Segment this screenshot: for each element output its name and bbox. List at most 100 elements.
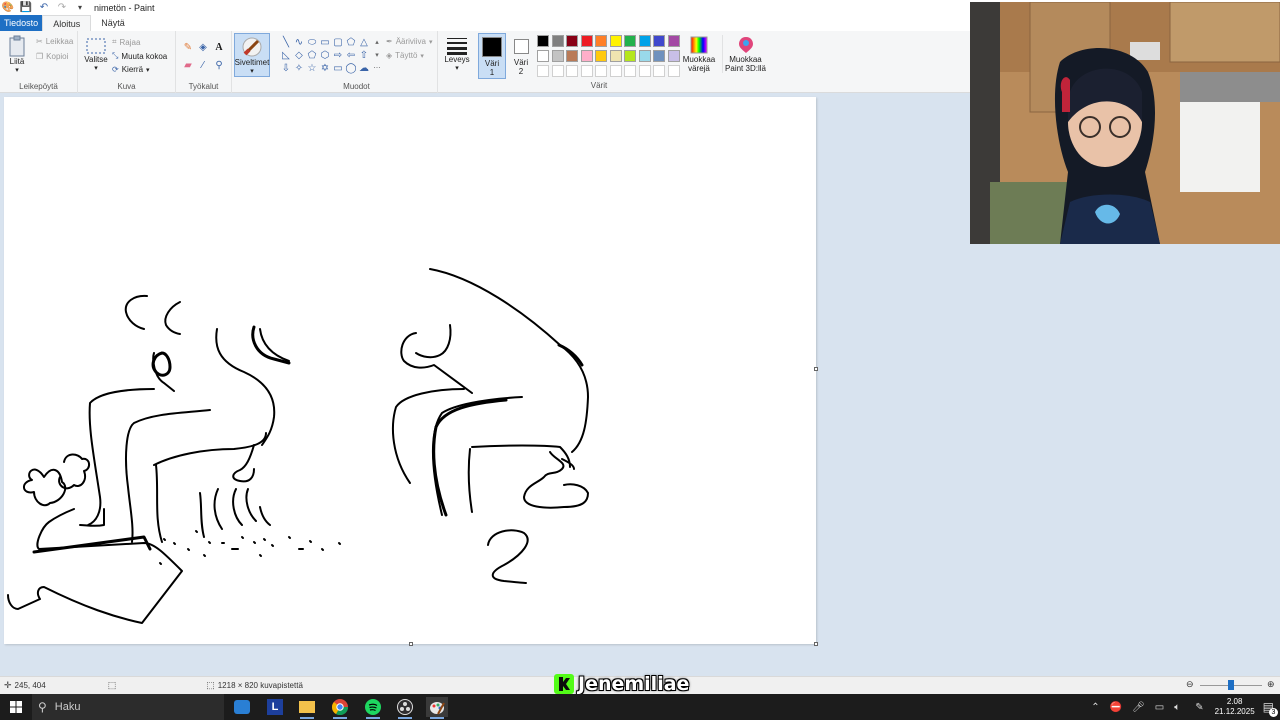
start-button[interactable] — [5, 697, 27, 717]
save-icon[interactable]: 💾 — [20, 2, 32, 14]
resize-button[interactable]: ⤡ Muuta kokoa — [112, 51, 167, 61]
right-triangle-shape-icon[interactable]: ◺ — [280, 49, 292, 61]
custom-color-slot[interactable] — [595, 65, 607, 77]
palette-color-swatch[interactable] — [566, 50, 578, 62]
palette-color-swatch[interactable] — [551, 35, 564, 47]
size-button[interactable]: Leveys ▾ — [443, 35, 471, 73]
pencil-icon[interactable]: ✎ — [182, 41, 194, 53]
cut-button[interactable]: ✂ Leikkaa — [36, 37, 73, 46]
palette-color-swatch[interactable] — [537, 50, 549, 62]
triangle-shape-icon[interactable]: △ — [358, 36, 370, 48]
rounded-rectangle-shape-icon[interactable]: ▢ — [332, 36, 344, 48]
cloud-callout-shape-icon[interactable]: ☁ — [358, 62, 370, 74]
taskbar-app-spotify[interactable] — [362, 697, 384, 719]
custom-color-slot[interactable] — [638, 65, 651, 77]
palette-color-swatch[interactable] — [653, 35, 665, 47]
paint3d-button[interactable]: Muokkaa Paint 3D:llä — [722, 35, 768, 73]
line-shape-icon[interactable]: ╲ — [280, 36, 292, 48]
fill-bucket-icon[interactable]: ◈ — [197, 41, 209, 53]
fill-button[interactable]: ◈ Täyttö ▾ — [386, 51, 424, 60]
custom-color-slot[interactable] — [624, 65, 636, 77]
palette-color-swatch[interactable] — [624, 50, 636, 62]
brushes-button[interactable]: Siveltimet ▾ — [234, 33, 270, 77]
custom-color-slot[interactable] — [667, 65, 680, 77]
taskbar-app-launcher[interactable]: L — [264, 697, 286, 717]
five-point-star-shape-icon[interactable]: ☆ — [306, 62, 318, 74]
palette-color-swatch[interactable] — [537, 35, 549, 47]
palette-color-swatch[interactable] — [566, 35, 578, 47]
taskbar-app-mail[interactable] — [231, 697, 253, 717]
taskbar-app-explorer[interactable] — [296, 697, 318, 719]
crop-button[interactable]: ⌗ Rajaa — [112, 37, 140, 47]
rectangle-shape-icon[interactable]: ▭ — [319, 36, 331, 48]
pen-workspace-icon[interactable]: ✎ — [1195, 702, 1203, 713]
custom-color-slot[interactable] — [537, 65, 549, 77]
palette-color-swatch[interactable] — [667, 35, 680, 47]
palette-color-swatch[interactable] — [595, 50, 607, 62]
taskbar-app-paint[interactable] — [426, 697, 448, 719]
resize-handle-right[interactable] — [814, 367, 818, 371]
shapes-scroll-up-icon[interactable]: ▴ — [371, 36, 383, 48]
custom-color-slot[interactable] — [609, 65, 622, 77]
zoom-slider-thumb[interactable] — [1228, 680, 1234, 690]
eraser-icon[interactable]: ▰ — [182, 59, 194, 71]
up-arrow-shape-icon[interactable]: ⇧ — [358, 49, 370, 61]
polygon-shape-icon[interactable]: ⬠ — [345, 36, 357, 48]
pentagon-shape-icon[interactable]: ⬠ — [306, 49, 318, 61]
outline-button[interactable]: ✒ Ääriviiva ▾ — [386, 37, 432, 46]
custom-color-slot[interactable] — [653, 65, 665, 77]
custom-color-slot[interactable] — [580, 65, 593, 77]
curve-shape-icon[interactable]: ∿ — [293, 36, 305, 48]
redo-icon[interactable]: ↷ — [56, 2, 68, 14]
color1-button[interactable]: Väri 1 — [478, 33, 506, 79]
taskbar-app-obs[interactable] — [394, 697, 416, 719]
volume-icon[interactable]: 🔈︎ — [1174, 702, 1180, 713]
palette-color-swatch[interactable] — [609, 35, 622, 47]
oval-shape-icon[interactable]: ⬭ — [306, 36, 318, 48]
meet-now-icon[interactable]: ▭ — [1155, 702, 1164, 713]
shapes-scroll-down-icon[interactable]: ▾ — [371, 49, 383, 61]
select-button[interactable]: Valitse ▾ — [82, 37, 110, 73]
diamond-shape-icon[interactable]: ◇ — [293, 49, 305, 61]
palette-color-swatch[interactable] — [595, 35, 607, 47]
taskbar-search[interactable]: ⚲ Haku — [32, 694, 224, 720]
customize-quick-access-icon[interactable]: ▾ — [74, 2, 86, 14]
rotate-button[interactable]: ⟳ Kierrä ▾ — [112, 65, 150, 74]
zoom-in-icon[interactable]: ⊕ — [1267, 679, 1275, 690]
network-off-icon[interactable]: ⛔ — [1110, 702, 1122, 713]
palette-color-swatch[interactable] — [624, 35, 636, 47]
right-arrow-shape-icon[interactable]: ⇨ — [332, 49, 344, 61]
rect-callout-shape-icon[interactable]: ▭ — [332, 62, 344, 74]
drawing-canvas[interactable] — [4, 97, 818, 646]
custom-color-slot[interactable] — [566, 65, 578, 77]
palette-color-swatch[interactable] — [667, 50, 680, 62]
color2-button[interactable]: Väri 2 — [508, 33, 534, 79]
resize-handle-bottom[interactable] — [409, 642, 413, 646]
down-arrow-shape-icon[interactable]: ⇩ — [280, 62, 292, 74]
palette-color-swatch[interactable] — [580, 35, 593, 47]
taskbar-clock[interactable]: 2.08 21.12.2025 — [1215, 697, 1255, 717]
magnifier-icon[interactable]: ⚲ — [213, 59, 225, 71]
left-arrow-shape-icon[interactable]: ⇦ — [345, 49, 357, 61]
edit-colors-button[interactable]: Muokkaa värejä — [680, 35, 718, 73]
shapes-expand-icon[interactable]: ⋯ — [371, 62, 383, 74]
palette-color-swatch[interactable] — [609, 50, 622, 62]
palette-color-swatch[interactable] — [653, 50, 665, 62]
four-point-star-shape-icon[interactable]: ✧ — [293, 62, 305, 74]
tab-home[interactable]: Aloitus — [42, 15, 92, 31]
palette-color-swatch[interactable] — [580, 50, 593, 62]
paste-button[interactable]: Liitä ▾ — [6, 35, 28, 75]
undo-icon[interactable]: ↶ — [38, 2, 50, 14]
palette-color-swatch[interactable] — [551, 50, 564, 62]
show-hidden-icons-icon[interactable]: ⌃ — [1091, 702, 1099, 713]
palette-color-swatch[interactable] — [638, 50, 651, 62]
microphone-icon[interactable]: 🎤︎ — [1132, 702, 1145, 713]
custom-color-slot[interactable] — [551, 65, 564, 77]
hexagon-shape-icon[interactable]: ⬡ — [319, 49, 331, 61]
tab-file[interactable]: Tiedosto — [0, 15, 43, 31]
notification-center-button[interactable]: ▤ 3 — [1263, 700, 1278, 717]
color-picker-icon[interactable]: ⁄ — [197, 59, 209, 71]
taskbar-app-chrome[interactable] — [329, 697, 351, 719]
palette-color-swatch[interactable] — [638, 35, 651, 47]
tab-view[interactable]: Näytä — [91, 15, 135, 31]
